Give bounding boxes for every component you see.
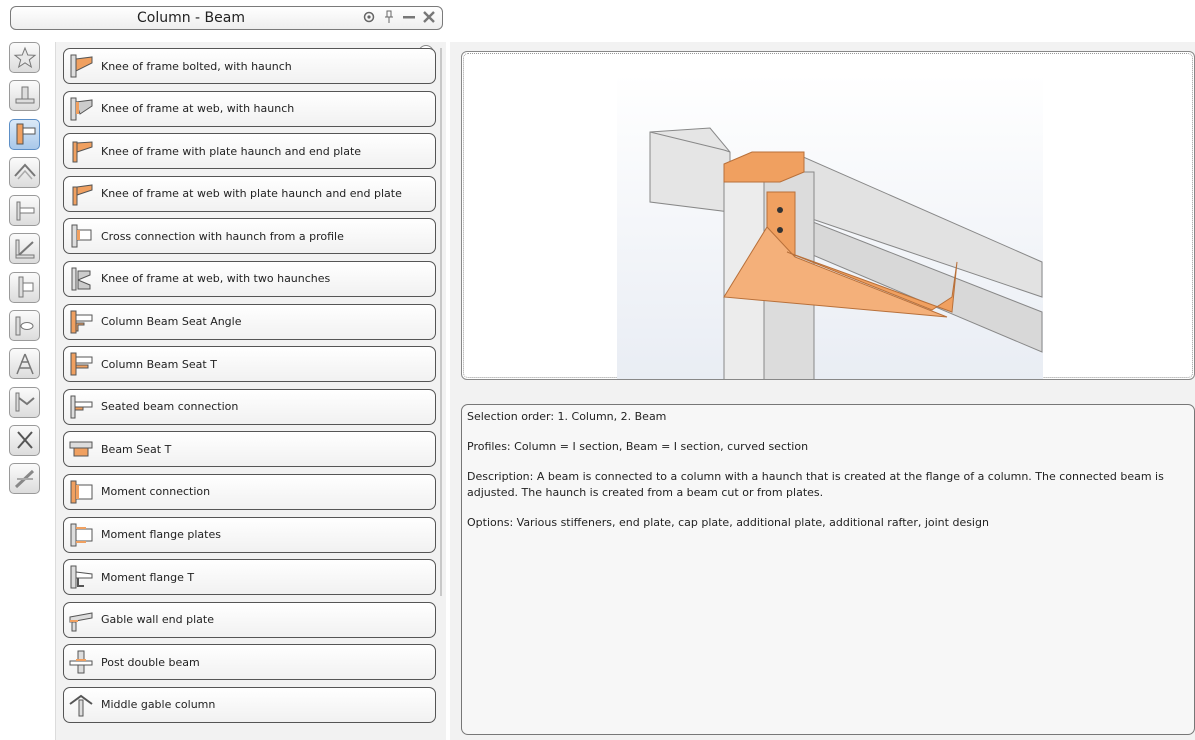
list-item-label: Seated beam connection [101, 400, 239, 414]
list-item-label: Moment connection [101, 485, 211, 499]
connection-description: Selection order: 1. Column, 2. Beam Prof… [461, 404, 1195, 735]
close-icon[interactable] [422, 10, 436, 26]
base-plate-icon[interactable] [9, 80, 40, 112]
column-splice-icon[interactable] [9, 271, 40, 303]
description-text: Description: A beam is connected to a co… [467, 470, 1164, 499]
settings-icon[interactable] [362, 10, 376, 26]
knee-plate-haunch-icon [72, 141, 93, 163]
list-item-label: Knee of frame at web, with haunch [101, 102, 295, 116]
stairs-icon[interactable] [9, 424, 40, 456]
pipe-connection-icon[interactable] [9, 310, 40, 342]
list-item[interactable]: Moment flange T [63, 559, 436, 596]
selection-order-text: Selection order: 1. Column, 2. Beam [467, 410, 667, 423]
list-item[interactable]: Knee of frame bolted, with haunch [63, 48, 436, 84]
options-text: Options: Various stiffeners, end plate, … [467, 516, 989, 529]
connection-list: Knee of frame bolted, with haunch Knee o… [63, 48, 436, 730]
list-item-label: Knee of frame at web, with two haunches [101, 272, 331, 286]
seat-angle-icon [70, 310, 93, 334]
list-item-label: Knee of frame at web with plate haunch a… [101, 187, 402, 201]
list-item[interactable]: Column Beam Seat T [63, 346, 436, 383]
connection-3d-preview [617, 74, 1043, 379]
minimize-icon[interactable] [402, 10, 416, 26]
list-item[interactable]: Column Beam Seat Angle [63, 303, 436, 340]
list-item[interactable]: Moment connection [63, 473, 436, 510]
list-item[interactable]: Moment flange plates [63, 516, 436, 553]
moment-flange-t-icon [70, 565, 93, 589]
moment-connection-icon [70, 480, 93, 504]
list-item-label: Gable wall end plate [101, 613, 214, 627]
ridge-icon[interactable] [9, 156, 40, 188]
cross-connection-icon [71, 224, 92, 248]
list-item-label: Beam Seat T [101, 442, 172, 456]
knee-web-plate-haunch-icon [72, 184, 93, 206]
profiles-text: Profiles: Column = I section, Beam = I s… [467, 440, 809, 453]
column-beam-icon[interactable] [9, 118, 40, 150]
list-scrollbar[interactable] [440, 48, 442, 596]
middle-gable-column-icon [69, 694, 93, 717]
moment-flange-plates-icon [70, 523, 93, 547]
tower-icon[interactable] [9, 348, 40, 380]
list-item[interactable]: Knee of frame at web, with haunch [63, 90, 436, 127]
list-item[interactable]: Knee of frame at web with plate haunch a… [63, 175, 436, 212]
post-double-beam-icon [69, 650, 93, 674]
list-item-label: Moment flange T [101, 570, 195, 584]
list-item[interactable]: Knee of frame at web, with two haunches [63, 260, 436, 297]
list-item-label: Knee of frame bolted, with haunch [101, 59, 292, 73]
favorites-star-icon[interactable] [9, 42, 40, 73]
frame-icon[interactable] [9, 386, 40, 418]
list-item-label: Knee of frame with plate haunch and end … [101, 144, 362, 158]
seat-t-icon [70, 352, 93, 376]
bracing-icon[interactable] [9, 233, 40, 265]
list-item[interactable]: Cross connection with haunch from a prof… [63, 218, 436, 255]
two-haunches-icon [71, 267, 91, 291]
list-item[interactable]: Seated beam connection [63, 388, 436, 425]
gable-wall-end-plate-icon [69, 612, 93, 632]
list-item[interactable]: Knee of frame with plate haunch and end … [63, 133, 436, 170]
list-item[interactable]: Middle gable column [63, 686, 436, 723]
knee-web-haunch-icon [70, 97, 93, 121]
beam-seat-t-icon [69, 441, 93, 457]
list-item[interactable]: Gable wall end plate [63, 601, 436, 638]
list-item-label: Middle gable column [101, 698, 216, 712]
list-item-label: Column Beam Seat Angle [101, 315, 242, 329]
seated-beam-icon [70, 395, 93, 419]
title-bar: Column - Beam [10, 6, 443, 30]
category-sidebar [9, 42, 43, 502]
misc-icon[interactable] [9, 463, 40, 495]
list-item[interactable]: Post double beam [63, 644, 436, 681]
list-item-label: Cross connection with haunch from a prof… [101, 229, 344, 243]
list-item-label: Column Beam Seat T [101, 357, 217, 371]
pin-icon[interactable] [382, 10, 396, 26]
beam-beam-icon[interactable] [9, 195, 40, 227]
connection-preview [461, 51, 1195, 380]
knee-bolted-haunch-icon [70, 54, 93, 78]
window-title: Column - Beam [136, 10, 245, 26]
list-item-label: Post double beam [101, 655, 200, 669]
list-item[interactable]: Beam Seat T [63, 431, 436, 468]
list-item-label: Moment flange plates [101, 528, 221, 542]
